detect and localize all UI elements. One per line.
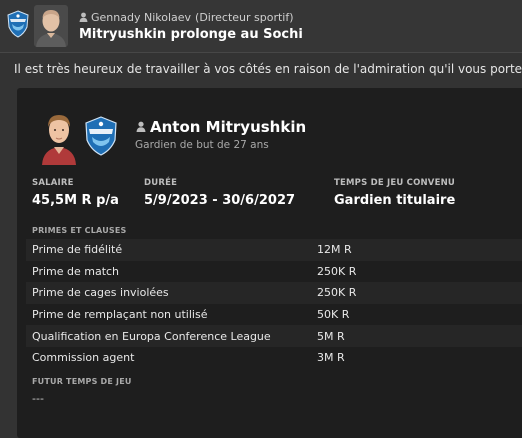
club-logo-icon[interactable] [6, 10, 30, 38]
table-row: Prime de remplaçant non utilisé 50K R [26, 304, 522, 326]
duration-value: 5/9/2023 - 30/6/2027 [144, 193, 296, 208]
news-title: Mitryushkin prolonge au Sochi [79, 27, 303, 42]
bonus-name: Qualification en Europa Conference Leagu… [32, 329, 271, 343]
news-header: Gennady Nikolaev (Directeur sportif) Mitr… [0, 0, 522, 53]
person-icon [136, 121, 146, 132]
bonus-value: 3M R [317, 351, 345, 365]
contract-card: Anton Mitryushkin Gardien de but de 27 a… [17, 88, 522, 438]
bonus-value: 12M R [317, 243, 352, 257]
bonus-value: 250K R [317, 286, 357, 300]
salary-label: SALAIRE [32, 178, 74, 188]
bonus-value: 5M R [317, 329, 345, 343]
sender-role: (Directeur sportif) [195, 11, 294, 24]
sender-avatar-icon[interactable] [34, 5, 68, 47]
sender-name[interactable]: Gennady Nikolaev [91, 11, 191, 24]
bonus-name: Prime de remplaçant non utilisé [32, 308, 208, 322]
bonuses-label: PRIMES ET CLAUSES [32, 226, 127, 235]
news-message: Il est très heureux de travailler à vos … [14, 62, 522, 76]
bonus-value: 250K R [317, 264, 357, 278]
bonuses-table: Prime de fidélité 12M R Prime de match 2… [26, 239, 522, 369]
table-row: Prime de fidélité 12M R [26, 239, 522, 261]
salary-value: 45,5M R p/a [32, 193, 119, 208]
bonus-name: Commission agent [32, 351, 135, 365]
table-row: Commission agent 3M R [26, 347, 522, 369]
playtime-label: TEMPS DE JEU CONVENU [334, 178, 456, 188]
duration-label: DURÉE [144, 178, 178, 188]
bonus-name: Prime de match [32, 264, 120, 278]
player-name-line: Anton Mitryushkin [136, 118, 306, 136]
table-row: Qualification en Europa Conference Leagu… [26, 325, 522, 347]
player-photo-icon[interactable] [40, 109, 78, 165]
bonus-name: Prime de cages inviolées [32, 286, 169, 300]
person-icon [79, 12, 88, 22]
table-row: Prime de cages inviolées 250K R [26, 282, 522, 304]
future-playtime-value: --- [32, 392, 44, 405]
bonus-value: 50K R [317, 308, 350, 322]
player-description: Gardien de but de 27 ans [135, 139, 269, 151]
club-badge-icon[interactable] [83, 116, 119, 156]
table-row: Prime de match 250K R [26, 261, 522, 283]
playtime-value: Gardien titulaire [334, 193, 456, 208]
bonus-name: Prime de fidélité [32, 243, 123, 257]
future-playtime-label: FUTUR TEMPS DE JEU [32, 377, 132, 386]
player-name[interactable]: Anton Mitryushkin [150, 118, 306, 136]
sender-line: Gennady Nikolaev (Directeur sportif) [79, 11, 294, 24]
